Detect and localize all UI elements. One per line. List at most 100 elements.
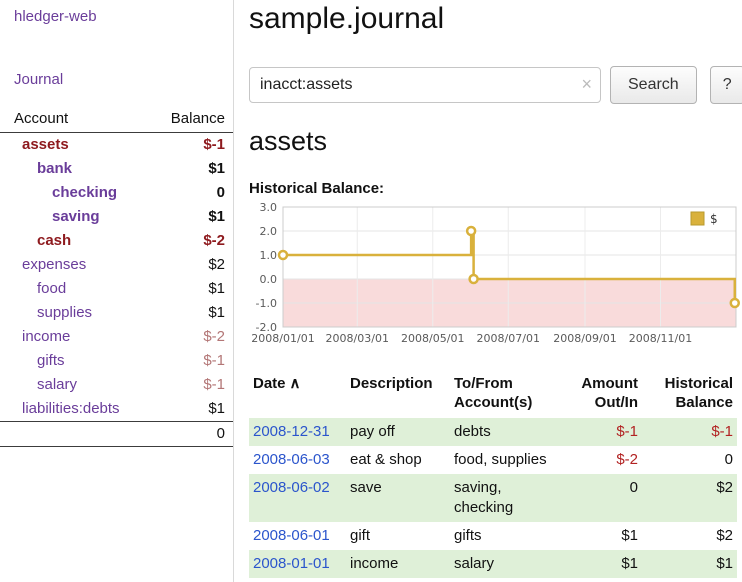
account-row: expenses$2: [0, 253, 233, 277]
data-point-marker: [731, 299, 739, 307]
account-balance: $1: [208, 301, 225, 325]
nav-journal-link[interactable]: Journal: [14, 71, 233, 88]
transaction-row: 2008-06-02 savesaving, checking0$2: [249, 474, 737, 522]
account-link-expenses[interactable]: expenses: [22, 253, 86, 277]
svg-text:2008/09/01: 2008/09/01: [553, 332, 616, 345]
data-point-marker: [467, 227, 475, 235]
data-point-marker: [279, 251, 287, 259]
page-title: sample.journal: [249, 2, 742, 36]
transaction-description: income: [346, 550, 450, 578]
transaction-row: 2008-06-01giftgifts$1$2: [249, 522, 737, 550]
account-link-liabilities-debts[interactable]: liabilities:debts: [22, 397, 120, 421]
accounts-table: Account Balance assets$-1bank$1checking0…: [0, 110, 233, 447]
account-balance: $-1: [203, 133, 225, 157]
transaction-amount: $-2: [560, 446, 642, 474]
svg-text:0.0: 0.0: [260, 273, 278, 286]
account-row: checking0: [0, 181, 233, 205]
transaction-description: save: [346, 474, 450, 522]
transaction-balance: $2: [642, 522, 737, 550]
search-button[interactable]: Search: [610, 66, 697, 104]
amount-column-header: Amount Out/In: [560, 372, 642, 418]
transaction-date-cell: 2008-06-03: [249, 446, 346, 474]
sort-ascending-icon[interactable]: ∧: [290, 375, 301, 392]
transaction-accounts: debts: [450, 418, 560, 446]
search-box: ×: [249, 67, 601, 103]
account-link-saving[interactable]: saving: [52, 205, 100, 229]
accounts-total-row: 0: [0, 421, 233, 447]
account-balance: $-2: [203, 229, 225, 253]
legend-label: $: [710, 212, 718, 226]
svg-text:-1.0: -1.0: [256, 297, 277, 310]
historical-balance-column-header: Historical Balance: [642, 372, 737, 418]
transaction-accounts: salary: [450, 550, 560, 578]
account-link-supplies[interactable]: supplies: [37, 301, 92, 325]
transaction-date-link[interactable]: 2008-06-02: [253, 479, 330, 496]
account-row: food$1: [0, 277, 233, 301]
account-balance: $1: [208, 205, 225, 229]
account-link-assets[interactable]: assets: [22, 133, 69, 157]
search-input[interactable]: [249, 67, 601, 103]
transaction-date-link[interactable]: 2008-06-03: [253, 451, 330, 468]
account-row: assets $-1: [0, 133, 233, 157]
svg-text:2008/11/01: 2008/11/01: [629, 332, 692, 345]
app-title-link[interactable]: hledger-web: [14, 8, 233, 25]
transaction-date-link[interactable]: 2008-12-31: [253, 423, 330, 440]
transaction-balance: $2: [642, 474, 737, 522]
account-link-cash[interactable]: cash: [37, 229, 71, 253]
main-content: sample.journal × Search ? assets Histori…: [234, 0, 742, 582]
transaction-description: pay off: [346, 418, 450, 446]
account-balance: $1: [208, 397, 225, 421]
account-link-checking[interactable]: checking: [52, 181, 117, 205]
transaction-row: 2008-06-03 eat & shopfood, supplies$-20: [249, 446, 737, 474]
account-link-food[interactable]: food: [37, 277, 66, 301]
date-column-label: Date: [253, 375, 286, 392]
transaction-balance: 0: [642, 446, 737, 474]
transaction-date-link[interactable]: 2008-06-01: [253, 527, 330, 544]
transaction-accounts: saving, checking: [450, 474, 560, 522]
hledger-web-app: hledger-web Journal Account Balance asse…: [0, 0, 742, 582]
svg-text:2.0: 2.0: [260, 225, 278, 238]
svg-text:2008/05/01: 2008/05/01: [401, 332, 464, 345]
transaction-description: eat & shop: [346, 446, 450, 474]
account-row: salary $-1: [0, 373, 233, 397]
description-column-header: Description: [346, 372, 450, 418]
svg-text:2008/07/01: 2008/07/01: [477, 332, 540, 345]
date-column-header[interactable]: Date∧: [249, 372, 346, 418]
historical-balance-chart: 3.02.01.00.0-1.0-2.02008/01/012008/03/01…: [249, 201, 741, 351]
transaction-description: gift: [346, 522, 450, 550]
transaction-balance: $-1: [642, 418, 737, 446]
account-link-gifts[interactable]: gifts: [37, 349, 65, 373]
transaction-row: 2008-12-31pay offdebts$-1$-1: [249, 418, 737, 446]
account-row: supplies $1: [0, 301, 233, 325]
register-table-body: 2008-12-31pay offdebts$-1$-12008-06-03ea…: [249, 418, 737, 578]
account-balance: $1: [208, 157, 225, 181]
transaction-accounts: gifts: [450, 522, 560, 550]
svg-text:2008/01/01: 2008/01/01: [251, 332, 314, 345]
account-balance: $-1: [203, 349, 225, 373]
register-table-header: Date∧ Description To/From Account(s) Amo…: [249, 372, 737, 418]
balance-column-header: Balance: [171, 110, 225, 127]
transaction-accounts: food, supplies: [450, 446, 560, 474]
transaction-date-link[interactable]: 2008-01-01: [253, 555, 330, 572]
transaction-amount: $-1: [560, 418, 642, 446]
account-row: cash $-2: [0, 229, 233, 253]
sidebar: hledger-web Journal Account Balance asse…: [0, 0, 234, 582]
account-column-header: Account: [14, 110, 68, 127]
register-table: Date∧ Description To/From Account(s) Amo…: [249, 372, 737, 578]
chart-title: Historical Balance:: [249, 180, 742, 197]
transaction-amount: 0: [560, 474, 642, 522]
transaction-row: 2008-01-01incomesalary$1$1: [249, 550, 737, 578]
account-link-income[interactable]: income: [22, 325, 70, 349]
transaction-date-cell: 2008-06-02: [249, 474, 346, 522]
account-row: liabilities:debts $1: [0, 397, 233, 421]
accounts-total-value: 0: [217, 425, 225, 442]
account-link-bank[interactable]: bank: [37, 157, 72, 181]
transaction-amount: $1: [560, 550, 642, 578]
account-balance: $-2: [203, 325, 225, 349]
account-row: bank $1: [0, 157, 233, 181]
legend-swatch: [691, 212, 704, 225]
account-link-salary[interactable]: salary: [37, 373, 77, 397]
clear-search-icon[interactable]: ×: [581, 74, 592, 94]
account-balance: $-1: [203, 373, 225, 397]
help-button[interactable]: ?: [710, 66, 742, 104]
